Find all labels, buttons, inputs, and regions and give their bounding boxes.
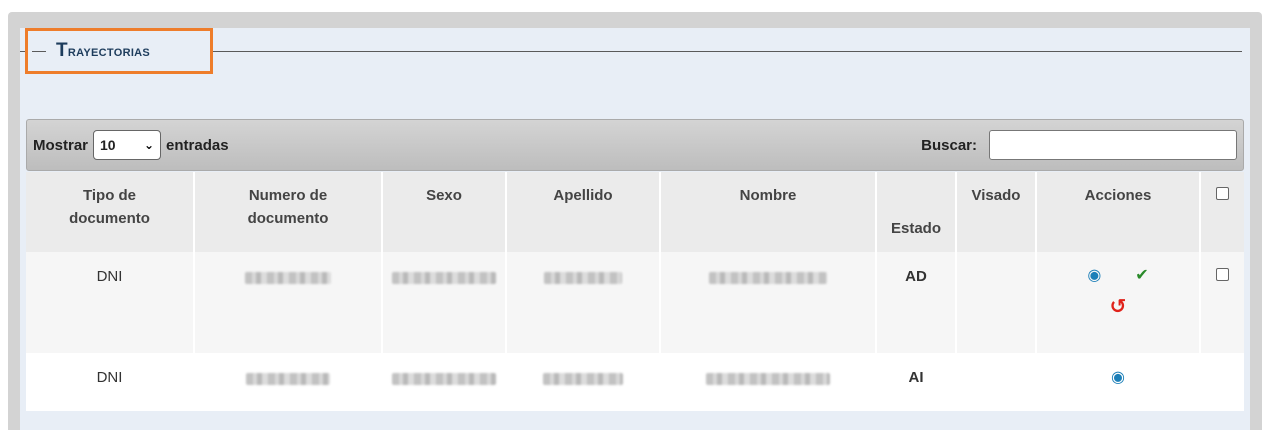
cell-apellido xyxy=(506,353,661,411)
col-visado[interactable]: Visado xyxy=(956,172,1037,252)
cell-nombre xyxy=(660,353,877,411)
search-label: Buscar: xyxy=(921,136,977,154)
panel-legend: Trayectorias xyxy=(25,28,213,74)
col-tipo-label-2: documento xyxy=(69,210,150,227)
cell-sexo xyxy=(382,252,507,353)
table-toolbar: Mostrar 10 ⌄ entradas Buscar: xyxy=(26,119,1244,171)
col-numero-documento[interactable]: Numero de documento xyxy=(194,172,383,252)
cell-sexo xyxy=(382,353,507,411)
table-row: DNI AD ◉ ✔ ↺ xyxy=(26,252,1244,353)
col-tipo-documento[interactable]: Tipo de documento xyxy=(26,172,195,252)
legend-dash xyxy=(32,51,46,52)
cell-apellido xyxy=(506,252,661,353)
eye-icon[interactable]: ◉ xyxy=(1111,369,1125,386)
col-select-all[interactable] xyxy=(1200,172,1244,252)
cell-tipo: DNI xyxy=(26,252,195,353)
cell-tipo: DNI xyxy=(26,353,195,411)
table-header-row: Tipo de documento Numero de documento Se… xyxy=(26,172,1244,252)
col-numero-label-1: Numero de xyxy=(248,187,328,204)
cell-acciones: ◉ ✔ ↺ xyxy=(1036,252,1201,353)
page-size-select[interactable]: 10 ⌄ xyxy=(93,130,162,160)
cell-visado xyxy=(956,353,1037,411)
col-tipo-label-1: Tipo de xyxy=(82,187,137,204)
col-nombre[interactable]: Nombre xyxy=(660,172,877,252)
check-icon[interactable]: ✔ xyxy=(1135,268,1148,284)
search-input[interactable] xyxy=(989,130,1237,160)
cell-select xyxy=(1200,252,1244,353)
redacted-value xyxy=(544,272,622,284)
redacted-value xyxy=(706,373,830,385)
redacted-value xyxy=(392,373,496,385)
cell-estado: AI xyxy=(876,353,957,411)
col-numero-label-2: documento xyxy=(247,210,329,227)
table-row: DNI AI ◉ xyxy=(26,353,1244,411)
select-all-checkbox[interactable] xyxy=(1216,187,1229,200)
cell-select xyxy=(1200,353,1244,411)
cell-estado: AD xyxy=(876,252,957,353)
trayectorias-panel: Trayectorias Mostrar 10 ⌄ entradas Busca… xyxy=(20,28,1250,430)
eye-icon[interactable]: ◉ xyxy=(1087,268,1101,284)
chevron-down-icon: ⌄ xyxy=(143,138,155,152)
redacted-value xyxy=(246,373,330,385)
row-actions: ◉ ✔ ↺ xyxy=(1037,268,1199,318)
cell-nombre xyxy=(660,252,877,353)
col-sexo[interactable]: Sexo xyxy=(382,172,507,252)
redacted-value xyxy=(543,373,623,385)
redacted-value xyxy=(709,272,827,284)
redacted-value xyxy=(392,272,496,284)
col-acciones[interactable]: Acciones xyxy=(1036,172,1201,252)
page-size-value: 10 xyxy=(100,137,116,153)
cell-visado xyxy=(956,252,1037,353)
undo-icon[interactable]: ↺ xyxy=(1110,297,1127,317)
cell-numero xyxy=(194,353,383,411)
cell-acciones: ◉ xyxy=(1036,353,1201,411)
panel-title: Trayectorias xyxy=(56,40,151,61)
show-label: Mostrar xyxy=(33,136,89,154)
cell-numero xyxy=(194,252,383,353)
col-apellido[interactable]: Apellido xyxy=(506,172,661,252)
col-estado[interactable]: Estado xyxy=(876,172,957,252)
trayectorias-table: Tipo de documento Numero de documento Se… xyxy=(26,172,1244,411)
redacted-value xyxy=(245,272,331,284)
entries-label: entradas xyxy=(166,136,229,154)
row-checkbox[interactable] xyxy=(1216,268,1229,281)
